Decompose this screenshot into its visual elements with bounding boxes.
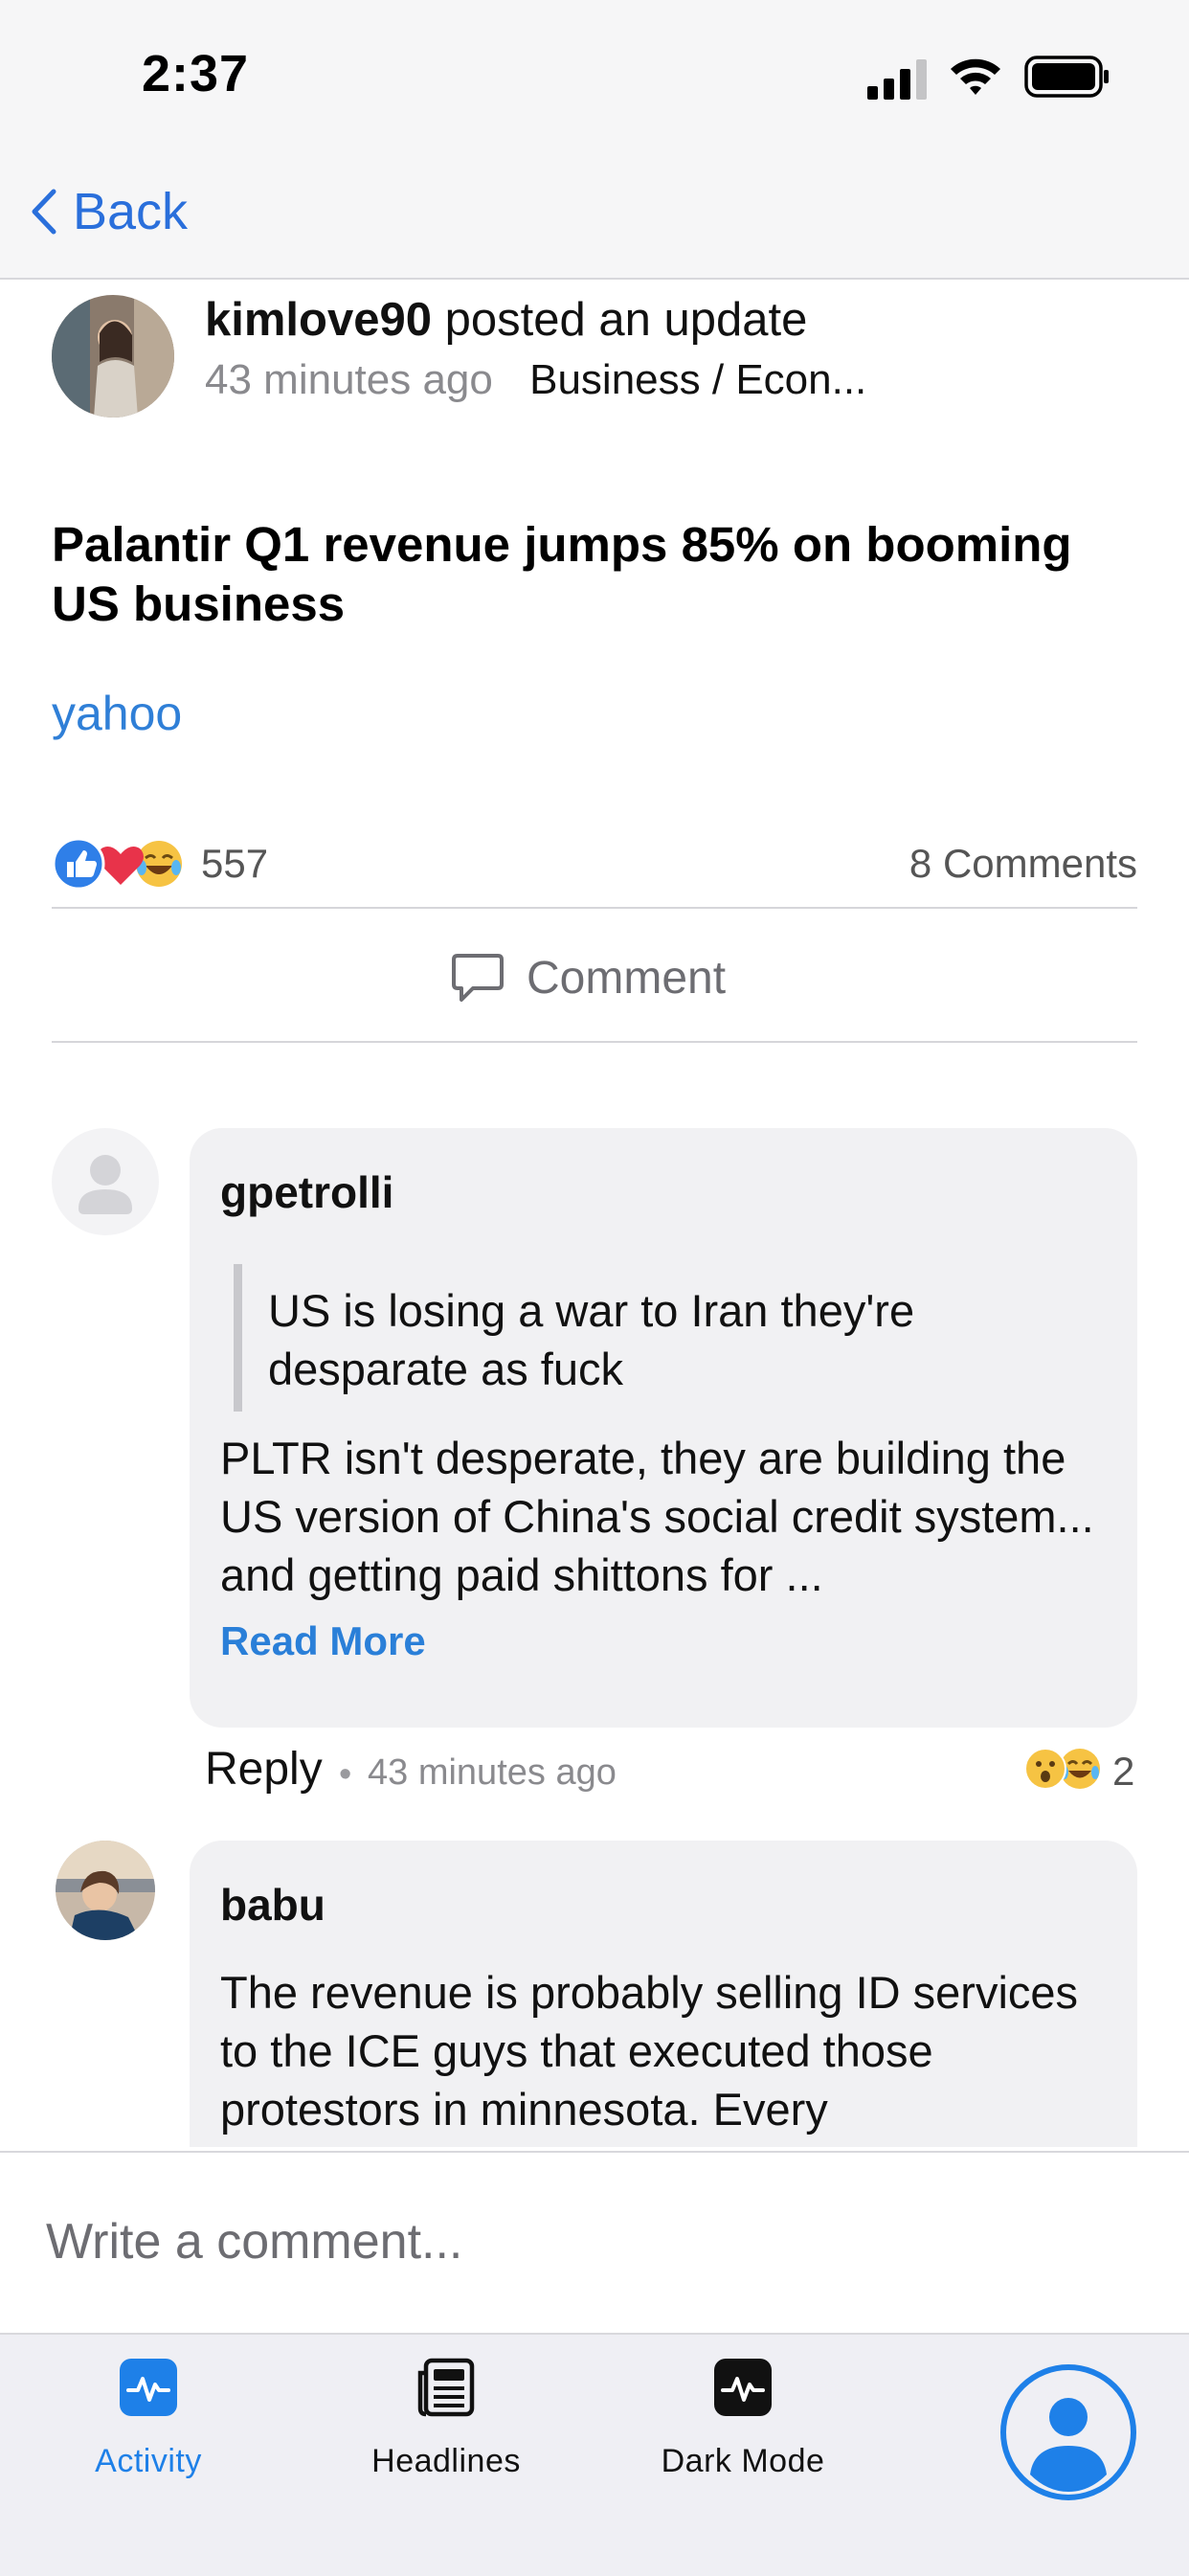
like-icon [52, 837, 105, 891]
profile-icon [1000, 2364, 1136, 2500]
tab-headlines[interactable]: Headlines [331, 2358, 561, 2480]
comment-author-avatar[interactable] [56, 1841, 155, 1940]
comment-text: PLTR isn't desperate, they are building … [220, 1433, 1094, 1600]
tab-dark-mode[interactable]: Dark Mode [628, 2358, 858, 2480]
reply-button[interactable]: Reply [205, 1743, 323, 1796]
back-button[interactable]: Back [27, 178, 188, 245]
comment-reaction-icons[interactable] [1022, 1745, 1103, 1793]
tab-label: Dark Mode [661, 2443, 825, 2479]
activity-icon [120, 2359, 177, 2416]
tab-label: Activity [95, 2443, 202, 2479]
reactions-row: 557 8 Comments [52, 835, 1137, 893]
comment-author-avatar[interactable] [52, 1128, 159, 1235]
author-avatar[interactable] [52, 295, 174, 418]
comment-button[interactable]: Comment [450, 944, 726, 1011]
post-category-link[interactable]: Business / Econ... [529, 356, 866, 403]
battery-icon [1024, 56, 1109, 98]
comment-input[interactable] [44, 2193, 1149, 2291]
quote-bar [234, 1264, 242, 1412]
status-time: 2:37 [142, 45, 250, 102]
avatar-photo [56, 1841, 155, 1940]
cellular-signal-icon [867, 59, 927, 100]
post-action-text: posted an update [444, 294, 808, 346]
comment-timestamp: 43 minutes ago [368, 1752, 617, 1793]
comment-bubble-icon [452, 954, 504, 1002]
comment-button-label: Comment [527, 952, 727, 1004]
tab-label: Headlines [371, 2443, 521, 2479]
tab-activity[interactable]: Activity [34, 2358, 263, 2480]
tab-profile[interactable] [998, 2361, 1139, 2503]
comment-author-name[interactable]: gpetrolli [220, 1166, 393, 1218]
comment-composer [0, 2151, 1189, 2335]
wifi-icon [951, 58, 1000, 95]
reaction-icons[interactable] [52, 835, 186, 893]
comments-count[interactable]: 8 Comments [909, 841, 1137, 887]
comment-author-name[interactable]: babu [220, 1879, 325, 1931]
separator-dot: • [339, 1754, 352, 1795]
post-author-line: kimlove90 posted an update [205, 293, 807, 347]
surprised-emoji-icon [1024, 1748, 1066, 1790]
reaction-count[interactable]: 557 [201, 841, 268, 887]
post-timestamp: 43 minutes ago [205, 356, 493, 403]
back-label: Back [73, 183, 189, 240]
divider [52, 1041, 1137, 1043]
comment-quote: US is losing a war to Iran they're despa… [268, 1285, 915, 1394]
laughing-emoji-icon [136, 841, 182, 887]
newspaper-icon [417, 2358, 475, 2417]
post-meta: 43 minutes ago Business / Econ... [205, 356, 866, 404]
post-author-name[interactable]: kimlove90 [205, 294, 432, 346]
post-source-link[interactable]: yahoo [52, 686, 182, 741]
post-title: Palantir Q1 revenue jumps 85% on booming… [52, 517, 1072, 631]
chevron-left-icon [32, 189, 56, 235]
comment-text: The revenue is probably selling ID servi… [220, 1967, 1079, 2135]
default-avatar-icon [79, 1155, 132, 1214]
dark-mode-icon [714, 2359, 772, 2416]
read-more-link[interactable]: Read More [220, 1618, 426, 1664]
avatar-photo [52, 295, 174, 418]
divider [52, 907, 1137, 909]
comment-reaction-count[interactable]: 2 [1112, 1749, 1134, 1795]
